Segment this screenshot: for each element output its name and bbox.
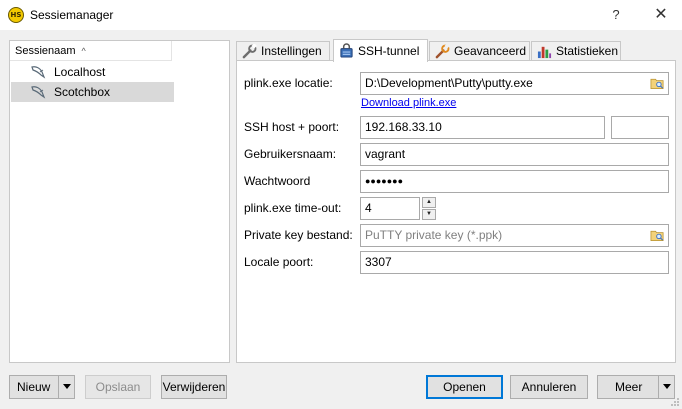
new-button-label: Nieuw: [17, 380, 51, 394]
ssh-host-input[interactable]: 192.168.33.10: [360, 116, 605, 139]
wrench-advanced-icon: [435, 44, 450, 59]
tab-label: SSH-tunnel: [358, 44, 420, 58]
plink-location-value: D:\Development\Putty\putty.exe: [365, 76, 533, 90]
wrench-icon: [242, 44, 257, 59]
session-item-label: Scotchbox: [54, 85, 111, 99]
session-item-label: Localhost: [54, 65, 106, 79]
new-session-button[interactable]: Nieuw: [9, 375, 75, 399]
mysql-dolphin-icon: [31, 66, 46, 79]
tab-instellingen[interactable]: Instellingen: [236, 41, 330, 61]
sort-ascending-icon: ^: [81, 46, 86, 56]
tab-label: Instellingen: [261, 44, 322, 58]
plink-location-field[interactable]: D:\Development\Putty\putty.exe: [360, 72, 669, 95]
window-body: Sessienaam ^ Localhost Scotchbox Instell…: [0, 30, 682, 409]
folder-browse-icon[interactable]: [650, 228, 665, 242]
bar-chart-icon: [537, 46, 552, 59]
lock-icon: [340, 43, 353, 58]
session-item-localhost[interactable]: Localhost: [11, 62, 174, 82]
tab-statistieken[interactable]: Statistieken: [531, 41, 621, 61]
session-item-scotchbox[interactable]: Scotchbox: [11, 82, 174, 102]
app-logo-icon: HS: [8, 7, 24, 23]
resize-grip-icon[interactable]: [670, 397, 680, 407]
private-key-field[interactable]: PuTTY private key (*.ppk): [360, 224, 669, 247]
timeout-input[interactable]: 4: [360, 197, 420, 220]
local-port-label: Locale poort:: [244, 255, 314, 269]
tab-label: Statistieken: [556, 44, 619, 58]
more-button-label: Meer: [615, 380, 643, 394]
folder-browse-icon[interactable]: [650, 76, 665, 90]
username-input[interactable]: vagrant: [360, 143, 669, 166]
more-dropdown-arrow-icon[interactable]: [658, 376, 674, 398]
tab-label: Geavanceerd: [454, 44, 527, 58]
tab-ssh-tunnel[interactable]: SSH-tunnel: [333, 39, 428, 62]
session-tree[interactable]: Sessienaam ^ Localhost Scotchbox: [9, 40, 230, 363]
tab-strip: Instellingen SSH-tunnel Geavanceerd Stat…: [236, 39, 676, 62]
open-button[interactable]: Openen: [426, 375, 503, 399]
ssh-tunnel-panel: plink.exe locatie: D:\Development\Putty\…: [236, 60, 676, 363]
window-title: Sessiemanager: [30, 8, 114, 22]
new-dropdown-arrow-icon[interactable]: [58, 376, 74, 398]
private-key-placeholder: PuTTY private key (*.ppk): [365, 228, 503, 242]
more-button[interactable]: Meer: [597, 375, 675, 399]
local-port-input[interactable]: 3307: [360, 251, 669, 274]
password-input[interactable]: ●●●●●●●: [360, 170, 669, 193]
close-button[interactable]: ✕: [650, 5, 672, 25]
session-column-label: Sessienaam: [15, 45, 76, 57]
save-button[interactable]: Opslaan: [85, 375, 151, 399]
timeout-spinner[interactable]: ▲ ▼: [422, 197, 436, 220]
session-column-header[interactable]: Sessienaam ^: [10, 41, 172, 61]
download-plink-link[interactable]: Download plink.exe: [361, 97, 456, 109]
tab-geavanceerd[interactable]: Geavanceerd: [429, 41, 530, 61]
spin-down-icon[interactable]: ▼: [422, 209, 436, 220]
password-label: Wachtwoord: [244, 174, 311, 188]
ssh-port-input[interactable]: [611, 116, 669, 139]
plink-location-label: plink.exe locatie:: [244, 76, 333, 90]
spin-up-icon[interactable]: ▲: [422, 197, 436, 208]
mysql-dolphin-icon: [31, 86, 46, 99]
private-key-label: Private key bestand:: [244, 228, 353, 242]
title-bar: HS Sessiemanager ? ✕: [0, 0, 682, 30]
username-label: Gebruikersnaam:: [244, 147, 337, 161]
help-button[interactable]: ?: [605, 5, 627, 25]
delete-button[interactable]: Verwijderen: [161, 375, 227, 399]
ssh-host-label: SSH host + poort:: [244, 120, 340, 134]
cancel-button[interactable]: Annuleren: [510, 375, 588, 399]
timeout-label: plink.exe time-out:: [244, 201, 342, 215]
